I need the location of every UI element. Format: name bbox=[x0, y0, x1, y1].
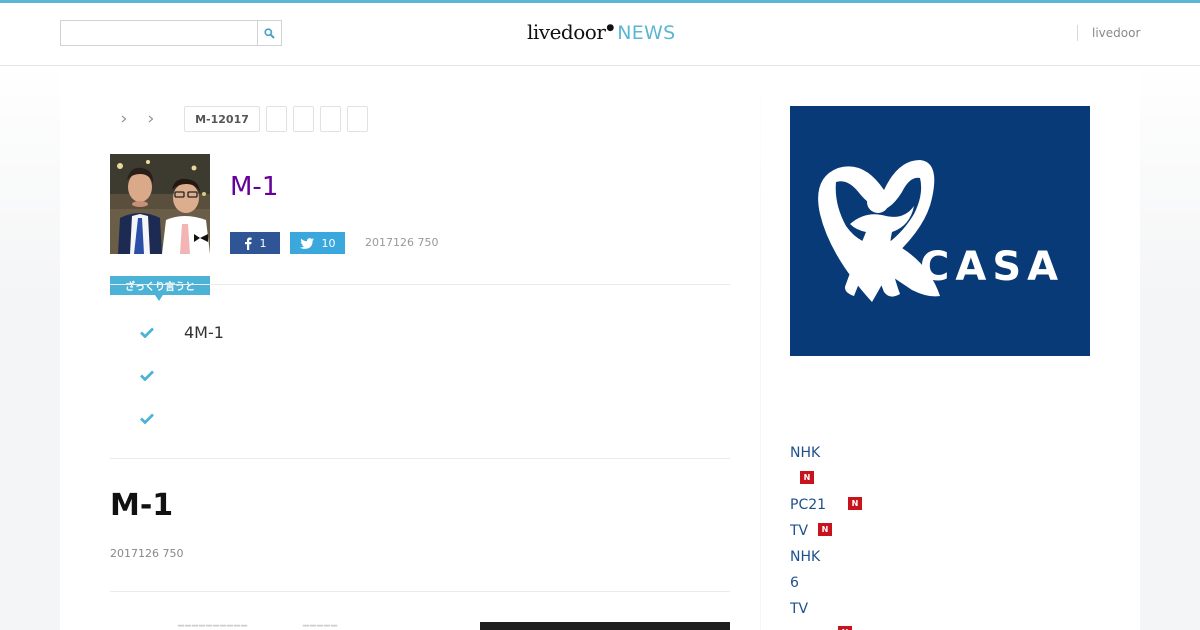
svg-text:R: R bbox=[901, 254, 905, 261]
article-headline-link[interactable]: M-1 bbox=[230, 172, 278, 202]
tag-m1-2017[interactable]: M-12017 bbox=[184, 106, 260, 132]
site-header: livedoor ● NEWS livedoor bbox=[0, 3, 1200, 66]
breadcrumb: M-12017 bbox=[110, 106, 374, 132]
new-badge: N bbox=[838, 626, 852, 630]
summary-label: ざっくり言うと bbox=[110, 276, 210, 295]
search-input[interactable] bbox=[60, 20, 258, 46]
tag-2[interactable] bbox=[266, 106, 287, 132]
casa-wordmark: CASA bbox=[920, 244, 1064, 290]
comedians-photo bbox=[110, 154, 210, 254]
logo-livedoor: livedoor bbox=[527, 20, 606, 44]
summary-divider-bottom bbox=[110, 458, 730, 459]
summary-item bbox=[140, 408, 154, 428]
chevron-right-icon bbox=[148, 115, 153, 123]
breadcrumb-category[interactable] bbox=[137, 106, 164, 132]
search-icon bbox=[264, 27, 275, 39]
sidebar-link-5[interactable]: NHK bbox=[790, 549, 820, 565]
sidebar-link-3[interactable]: PC21 bbox=[790, 497, 826, 513]
tag-3[interactable] bbox=[293, 106, 314, 132]
casa-logo-icon: R CASA bbox=[818, 160, 1064, 302]
faded-caption-left: ━━━━━━━━━━ bbox=[178, 621, 249, 630]
search-button[interactable] bbox=[257, 20, 282, 46]
sidebar-link-7[interactable]: TV bbox=[790, 601, 808, 617]
twitter-share-button[interactable]: 10 bbox=[290, 232, 345, 254]
check-icon bbox=[140, 327, 154, 338]
facebook-icon bbox=[244, 237, 252, 250]
livedoor-link[interactable]: livedoor bbox=[1077, 25, 1140, 41]
summary-divider-top bbox=[110, 284, 730, 285]
twitter-icon bbox=[299, 237, 314, 249]
check-icon bbox=[140, 370, 154, 381]
sidebar-link-4[interactable]: TV bbox=[790, 523, 808, 539]
logo-dot: ● bbox=[606, 23, 615, 33]
new-badge: N bbox=[800, 471, 814, 484]
article-body-date: 2017126 750 bbox=[110, 547, 184, 560]
summary-item bbox=[140, 365, 154, 385]
logo-news: NEWS bbox=[617, 22, 676, 44]
summary-item-text: 4M-1 bbox=[184, 323, 224, 342]
tag-4[interactable] bbox=[320, 106, 341, 132]
faded-caption-right: ━━━━━ bbox=[303, 621, 339, 630]
tag-5[interactable] bbox=[347, 106, 368, 132]
search-bar bbox=[60, 20, 282, 46]
breadcrumb-home[interactable] bbox=[110, 106, 137, 132]
facebook-share-button[interactable]: 1 bbox=[230, 232, 280, 254]
article-date: 2017126 750 bbox=[365, 236, 439, 249]
facebook-share-count: 1 bbox=[259, 236, 267, 250]
new-badge: N bbox=[848, 497, 862, 510]
article-image[interactable] bbox=[480, 622, 730, 630]
article-body-divider bbox=[110, 591, 730, 592]
article-thumbnail[interactable] bbox=[110, 154, 210, 254]
new-badge: N bbox=[818, 523, 832, 536]
casa-advertisement[interactable]: R CASA bbox=[790, 106, 1090, 356]
summary-item: 4M-1 bbox=[140, 322, 224, 342]
summary-label-pointer bbox=[155, 295, 163, 301]
main-column bbox=[60, 66, 760, 630]
chevron-right-icon bbox=[121, 115, 126, 123]
check-icon bbox=[140, 413, 154, 424]
article-title: M-1 bbox=[110, 488, 174, 523]
twitter-share-count: 10 bbox=[321, 236, 336, 250]
site-logo[interactable]: livedoor ● NEWS bbox=[527, 20, 676, 50]
sidebar-link-6[interactable]: 6 bbox=[790, 575, 799, 591]
sidebar-link-1[interactable]: NHK bbox=[790, 445, 820, 461]
